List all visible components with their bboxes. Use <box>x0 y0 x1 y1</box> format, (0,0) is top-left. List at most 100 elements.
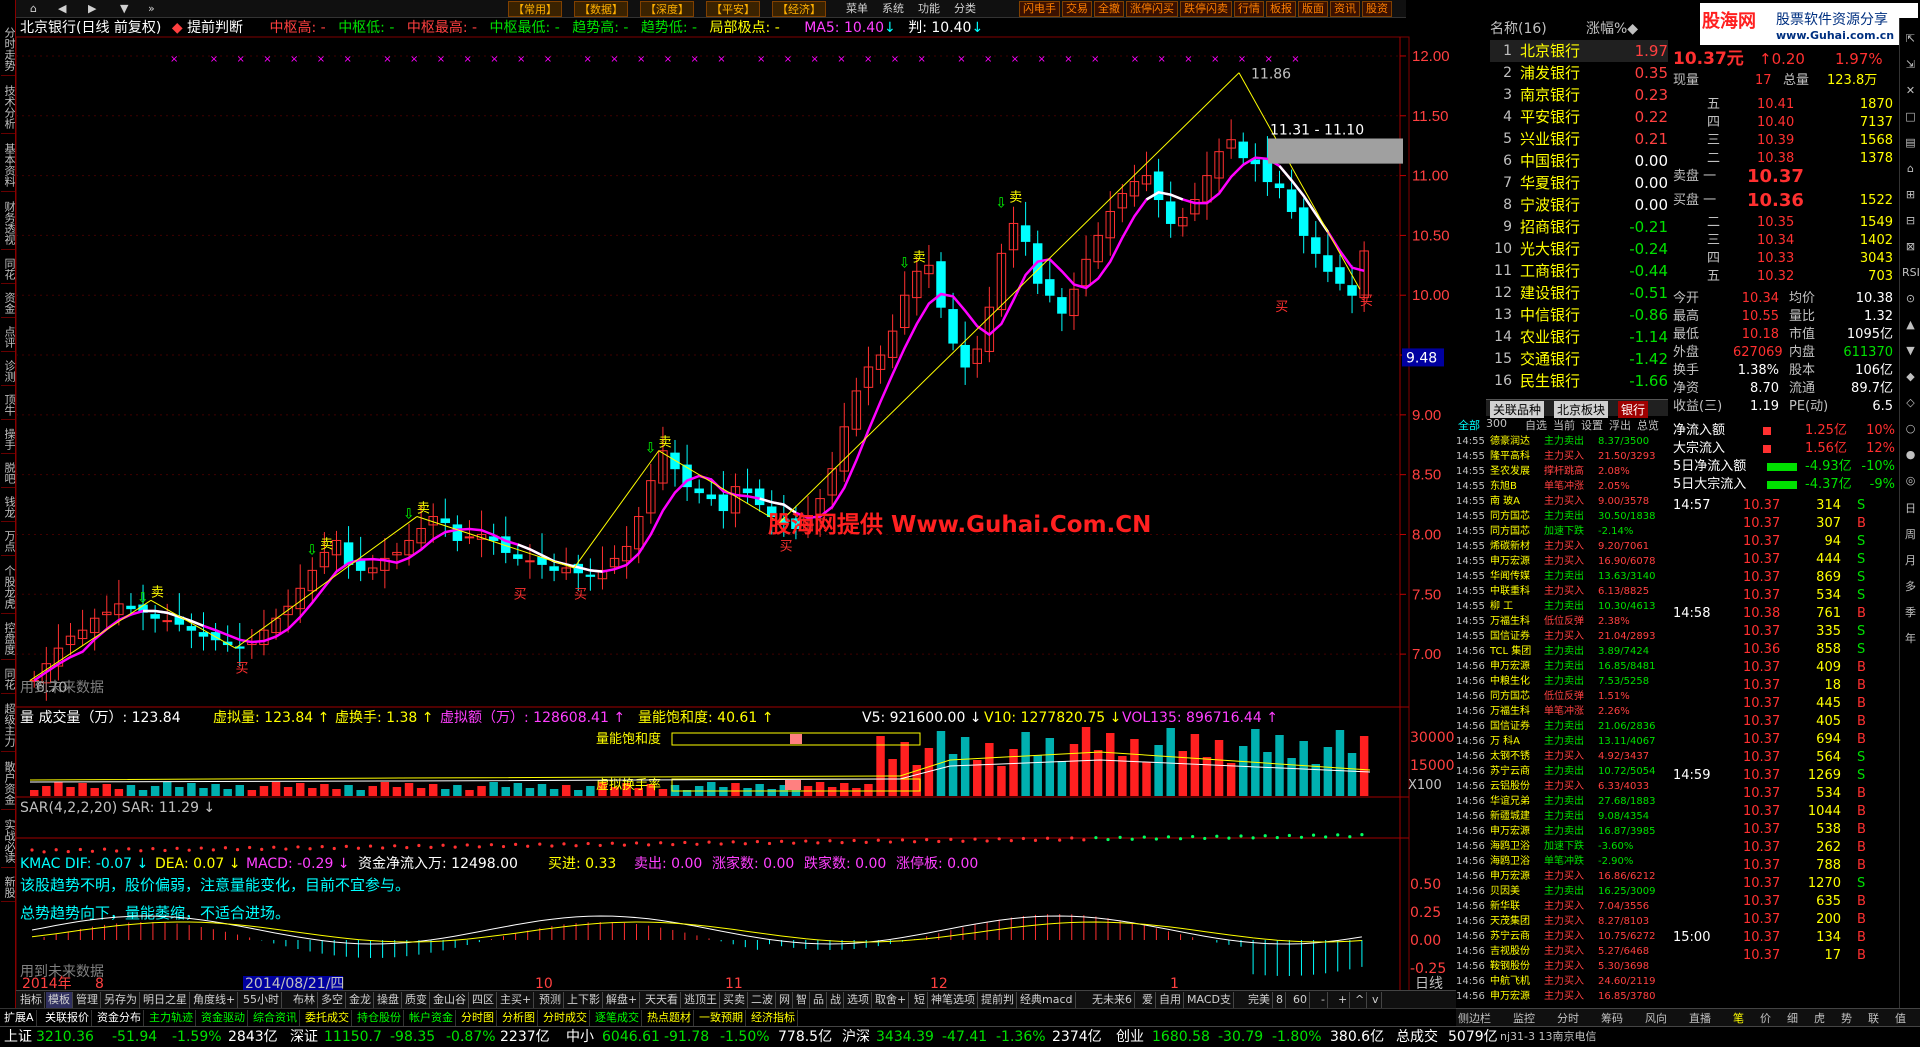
menu-4[interactable]: 【经济】 <box>772 1 826 17</box>
flow-row[interactable]: 14:55 南 玻A 主力买入 9.00/3578 <box>1456 494 1666 509</box>
more-icon[interactable]: » <box>144 1 159 17</box>
flow-row[interactable]: 14:55 隆平高科 主力买入 21.50/3293 <box>1456 449 1666 464</box>
indicator-tab-26[interactable]: 选项 <box>845 992 872 1008</box>
menu-plain-3[interactable]: 分类 <box>950 1 980 17</box>
indicator-tab-31[interactable]: 经典macd <box>1018 992 1076 1008</box>
idx-zx-name[interactable]: 中小 <box>566 1027 594 1047</box>
indicator-tab-20[interactable]: 买卖 <box>721 992 748 1008</box>
side-icon-18[interactable]: 日 <box>1902 500 1919 516</box>
stock-list-row[interactable]: 10 光大银行 -0.24 <box>1490 238 1668 260</box>
bottom-tab-11[interactable]: 分时成交 <box>541 1010 590 1026</box>
flow-row[interactable]: 14:55 柳 工 主力卖出 10.30/4613 <box>1456 599 1666 614</box>
indicator-tab-34[interactable]: 自用 <box>1157 992 1184 1008</box>
flow-row[interactable]: 14:56 申万宏源 主力卖出 16.87/3985 <box>1456 824 1666 839</box>
flow-tab-2[interactable]: 自选 <box>1525 417 1547 433</box>
bottom-tab-2[interactable]: 资金分布 <box>95 1010 144 1026</box>
side-icon-17[interactable]: ◎ <box>1902 474 1919 487</box>
flow-row[interactable]: 14:56 苏宁云商 主力买入 10.75/6272 <box>1456 929 1666 944</box>
side-icon-21[interactable]: 多 <box>1902 578 1919 594</box>
left-tab-3[interactable]: 财务透视 <box>1 196 16 250</box>
left-tab-2[interactable]: 基本资料 <box>1 138 16 192</box>
stock-list-row[interactable]: 1 北京银行 1.97 <box>1490 40 1668 62</box>
indicator-tab-23[interactable]: 智 <box>794 992 810 1008</box>
side-icon-7[interactable]: ⊟ <box>1902 214 1919 227</box>
side-icon-20[interactable]: 月 <box>1902 552 1919 568</box>
indicator-tab-7[interactable]: 布林 <box>291 992 318 1008</box>
flow-row[interactable]: 14:55 中联重科 主力买入 6.13/8825 <box>1456 584 1666 599</box>
flow-row[interactable]: 14:56 苏宁云商 主力卖出 10.72/5054 <box>1456 764 1666 779</box>
stock-list-row[interactable]: 9 招商银行 -0.21 <box>1490 216 1668 238</box>
flow-row[interactable]: 14:55 申万宏源 主力买入 16.90/6078 <box>1456 554 1666 569</box>
bottom-tab-4[interactable]: 资金驱动 <box>199 1010 248 1026</box>
left-tab-7[interactable]: 诊测 <box>1 356 16 386</box>
left-tab-14[interactable]: 控盘度 <box>1 618 16 660</box>
stock-list-row[interactable]: 6 中国银行 0.00 <box>1490 150 1668 172</box>
bottom-tab-8[interactable]: 帐户资金 <box>407 1010 456 1026</box>
flow-row[interactable]: 14:56 海鸥卫浴 加速下跌 -3.60% <box>1456 839 1666 854</box>
prewarn-label[interactable]: 提前判断 <box>187 20 243 36</box>
flow-row[interactable]: 14:56 新疆城建 主力卖出 9.08/4354 <box>1456 809 1666 824</box>
right-tab-10[interactable]: 势 <box>1841 1010 1852 1026</box>
right-tab-11[interactable]: 联 <box>1868 1010 1879 1026</box>
indicator-tab-8[interactable]: 多空 <box>319 992 346 1008</box>
left-tab-16[interactable]: 超级主力 <box>1 698 16 752</box>
quick-btn-0[interactable]: 闪电手 <box>1019 1 1060 17</box>
flow-row[interactable]: 14:56 吉视股份 主力买入 5.27/6468 <box>1456 944 1666 959</box>
stock-list-row[interactable]: 16 民生银行 -1.66 <box>1490 370 1668 392</box>
left-tab-11[interactable]: 钱龙 <box>1 492 16 522</box>
indicator-tab-42[interactable]: v <box>1370 992 1382 1008</box>
bid-row[interactable]: 五 10.32 703 <box>1671 268 1899 286</box>
flow-row[interactable]: 14:56 申万宏源 主力买入 16.86/6212 <box>1456 869 1666 884</box>
stock-list-row[interactable]: 15 交通银行 -1.42 <box>1490 348 1668 370</box>
flow-row[interactable]: 14:55 德豪润达 主力卖出 8.37/3500 <box>1456 434 1666 449</box>
bid-row[interactable]: 三 10.34 1402 <box>1671 232 1899 250</box>
flow-row[interactable]: 14:56 TCL 集团 主力卖出 3.89/7424 <box>1456 644 1666 659</box>
side-icon-8[interactable]: ⊠ <box>1902 240 1919 253</box>
left-tab-10[interactable]: 脱吧 <box>1 458 16 488</box>
list-tab-0[interactable]: 关联品种 <box>1490 401 1545 418</box>
indicator-tab-13[interactable]: 四区 <box>470 992 497 1008</box>
flow-row[interactable]: 14:56 同方国芯 低位反弹 1.51% <box>1456 689 1666 704</box>
right-tab-12[interactable]: 值 <box>1895 1010 1906 1026</box>
indicator-tab-16[interactable]: 上下影 <box>565 992 603 1008</box>
indicator-tab-41[interactable]: ^ <box>1353 992 1368 1008</box>
stock-list-row[interactable]: 2 浦发银行 0.35 <box>1490 62 1668 84</box>
left-tab-13[interactable]: 个股龙虎 <box>1 560 16 614</box>
back-icon[interactable]: ◀ <box>54 1 70 17</box>
indicator-tab-17[interactable]: 解盘+ <box>604 992 641 1008</box>
left-tab-9[interactable]: 操手 <box>1 424 16 454</box>
flow-row[interactable]: 14:56 海鸥卫浴 单笔冲跌 -2.90% <box>1456 854 1666 869</box>
side-icon-10[interactable]: ⊙ <box>1902 292 1919 305</box>
idx-cy-name[interactable]: 创业 <box>1116 1027 1144 1047</box>
indicator-tab-36[interactable]: 完美 <box>1246 992 1273 1008</box>
bottom-tab-10[interactable]: 分析图 <box>500 1010 538 1026</box>
forward-icon[interactable]: ▶ <box>84 1 100 17</box>
indicator-tab-33[interactable]: 爱 <box>1140 992 1156 1008</box>
menu-3[interactable]: 【平安】 <box>706 1 760 17</box>
flow-row[interactable]: 14:56 万福生科 单笔冲涨 2.26% <box>1456 704 1666 719</box>
quick-btn-3[interactable]: 涨停闪买 <box>1126 1 1178 17</box>
right-tab-1[interactable]: 监控 <box>1513 1010 1535 1026</box>
indicator-tab-14[interactable]: 主买+ <box>498 992 535 1008</box>
flow-row[interactable]: 14:56 天茂集团 主力买入 8.27/8103 <box>1456 914 1666 929</box>
left-tab-8[interactable]: 顶牛 <box>1 390 16 420</box>
indicator-tab-35[interactable]: MACD支 <box>1185 992 1234 1008</box>
stock-list-row[interactable]: 14 农业银行 -1.14 <box>1490 326 1668 348</box>
left-tab-0[interactable]: 分时走势 <box>1 22 16 76</box>
indicator-tab-18[interactable]: 天天看 <box>643 992 681 1008</box>
indicator-tab-22[interactable]: 网 <box>777 992 793 1008</box>
indicator-tab-24[interactable]: 品 <box>811 992 827 1008</box>
left-tab-1[interactable]: 技术分析 <box>1 80 16 134</box>
list-tab-1[interactable]: 北京板块 <box>1554 401 1609 418</box>
indicator-tab-4[interactable]: 明日之星 <box>141 992 190 1008</box>
bid-row[interactable]: 四 10.33 3043 <box>1671 250 1899 268</box>
quick-btn-4[interactable]: 跌停闪卖 <box>1180 1 1232 17</box>
flow-row[interactable]: 14:56 中航飞机 主力买入 24.60/2119 <box>1456 974 1666 989</box>
flow-row[interactable]: 14:55 圣农发展 撑杆跳高 2.08% <box>1456 464 1666 479</box>
indicator-tab-38[interactable]: 60 <box>1291 992 1310 1008</box>
bottom-tab-6[interactable]: 委托成交 <box>303 1010 352 1026</box>
right-tab-6[interactable]: 笔 <box>1733 1010 1744 1026</box>
indicator-tab-29[interactable]: 神笔选项 <box>929 992 978 1008</box>
side-icon-13[interactable]: ◆ <box>1902 370 1919 383</box>
home-icon[interactable]: ⌂ <box>26 1 41 17</box>
